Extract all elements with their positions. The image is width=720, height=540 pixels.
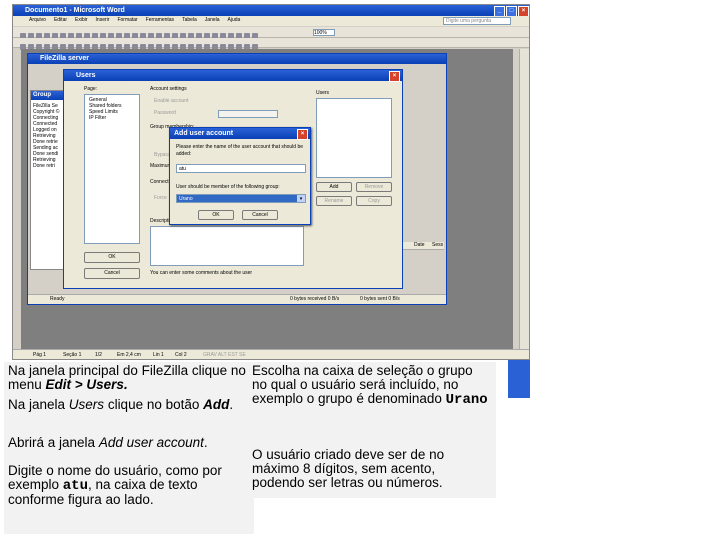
right2-text: O usuário criado deve ser de no máximo 8…: [252, 447, 445, 490]
enable-account-checkbox[interactable]: Enable account: [154, 98, 188, 105]
status-line: Lin 1: [153, 352, 164, 358]
username-input[interactable]: atu: [176, 164, 306, 173]
account-settings-label: Account settings: [150, 86, 187, 92]
group-select-value: Urano: [179, 196, 193, 202]
menu-item[interactable]: Tabela: [182, 16, 197, 24]
force-checkbox[interactable]: Force: [154, 195, 167, 202]
filezilla-title: FileZilla server: [40, 55, 90, 62]
date-column-header: Date: [414, 242, 425, 248]
remove-user-button[interactable]: Remove: [356, 182, 392, 192]
chevron-down-icon[interactable]: ▾: [297, 195, 305, 202]
users-cancel-button[interactable]: Cancel: [84, 268, 140, 279]
add-user-cancel-button[interactable]: Cancel: [242, 210, 278, 220]
password-field[interactable]: [218, 110, 278, 118]
page-label: Page:: [84, 86, 98, 92]
add-user-window-buttons: ×: [297, 129, 308, 140]
status-ready: Ready: [50, 296, 65, 302]
group-prompt: User should be member of the following g…: [176, 184, 280, 190]
add-user-button[interactable]: Add: [316, 182, 352, 192]
status-position: Em 2,4 cm: [117, 352, 141, 358]
zoom-select[interactable]: 100%: [313, 29, 335, 36]
status-sent: 0 bytes sent 0 B/s: [360, 296, 400, 302]
users-list[interactable]: [316, 98, 392, 178]
users-window-buttons: ×: [389, 71, 400, 82]
status-flags: GRAV ALT EST SE: [203, 352, 246, 358]
step2-users: Users: [68, 397, 105, 412]
close-icon[interactable]: ×: [297, 129, 308, 140]
instruction-step-3: Abrirá a janela Add user account.: [8, 436, 248, 450]
group-select[interactable]: Urano ▾: [176, 194, 306, 203]
filezilla-statusbar: Ready 0 bytes received 0 B/s 0 bytes sen…: [28, 294, 446, 304]
word-menubar: Arquivo Editar Exibir Inserir Formatar Ferram…: [13, 16, 529, 26]
menu-item[interactable]: Janela: [205, 16, 220, 24]
menu-item[interactable]: Arquivo: [29, 16, 46, 24]
add-user-titlebar: Add user account ×: [170, 128, 310, 140]
users-titlebar: Users ×: [64, 70, 402, 82]
right1-text: Escolha na caixa de seleção o grupo no q…: [252, 363, 473, 406]
add-user-ok-button[interactable]: OK: [198, 210, 234, 220]
standard-toolbar: 100%: [13, 27, 529, 39]
instruction-step-1: Na janela principal do FileZilla clique …: [8, 364, 248, 392]
step3-text: Abrirá a janela: [8, 435, 99, 450]
instruction-right-2: O usuário criado deve ser de no máximo 8…: [252, 448, 490, 490]
step2-period: .: [229, 397, 234, 412]
instruction-step-4: Digite o nome do usuário, como por exemp…: [8, 464, 248, 507]
step3-dialog: Add user account: [98, 435, 204, 450]
users-title: Users: [76, 72, 96, 79]
username-prompt: Please enter the name of the user accoun…: [176, 144, 304, 157]
status-page: Pág 1: [33, 352, 47, 358]
status-col: Col 2: [175, 352, 187, 358]
step3-period: .: [203, 435, 208, 450]
help-question-input[interactable]: Digite uma pergunta: [443, 17, 511, 25]
word-titlebar: Documento1 - Microsoft Word _ □ ×: [13, 5, 529, 17]
add-user-dialog: Add user account × Please enter the name…: [169, 127, 311, 225]
close-icon[interactable]: ×: [389, 71, 400, 82]
status-pages: 1/2: [95, 352, 102, 358]
screenshot: Documento1 - Microsoft Word _ □ × Arquiv…: [12, 4, 530, 360]
right1-group: Urano: [445, 392, 488, 408]
word-title: Documento1 - Microsoft Word: [25, 7, 125, 14]
comment-hint: You can enter some comments about the us…: [150, 270, 253, 276]
description-field[interactable]: [150, 226, 304, 266]
menu-item[interactable]: Inserir: [96, 16, 110, 24]
step2-text-b: clique no botão: [104, 397, 204, 412]
menu-item[interactable]: Exibir: [75, 16, 88, 24]
page-tree: General Shared folders Speed Limits IP Filt…: [84, 94, 140, 244]
vertical-scrollbar[interactable]: [519, 49, 529, 349]
filezilla-titlebar: FileZilla server: [28, 54, 446, 64]
menu-item[interactable]: Formatar: [117, 16, 137, 24]
page-tree-item[interactable]: IP Filter: [89, 115, 139, 121]
step2-add: Add: [203, 397, 230, 412]
rename-user-button[interactable]: Rename: [316, 196, 352, 206]
status-received: 0 bytes received 0 B/s: [290, 296, 340, 302]
menu-item[interactable]: Editar: [54, 16, 67, 24]
word-statusbar: Pág 1 Seção 1 1/2 Em 2,4 cm Lin 1 Col 2 …: [13, 349, 529, 359]
taskbar-fragment: [508, 360, 530, 398]
formatting-toolbar: [13, 38, 529, 50]
status-section: Seção 1: [63, 352, 82, 358]
copy-user-button[interactable]: Copy: [356, 196, 392, 206]
users-list-label: Users: [316, 90, 330, 96]
instruction-right-1: Escolha na caixa de seleção o grupo no q…: [252, 363, 490, 408]
menu-item[interactable]: Ferramentas: [146, 16, 174, 24]
sess-column-header: Sess: [432, 242, 444, 248]
password-checkbox[interactable]: Password: [154, 110, 176, 117]
step2-text-a: Na janela: [8, 397, 69, 412]
menu-item[interactable]: Ajuda: [228, 16, 241, 24]
bypass-checkbox[interactable]: Bypass: [154, 152, 170, 159]
step1-menu: Edit > Users.: [45, 377, 128, 392]
users-ok-button[interactable]: OK: [84, 252, 140, 263]
add-user-title: Add user account: [174, 130, 234, 137]
instruction-step-2: Na janela Users clique no botão Add.: [8, 398, 248, 412]
